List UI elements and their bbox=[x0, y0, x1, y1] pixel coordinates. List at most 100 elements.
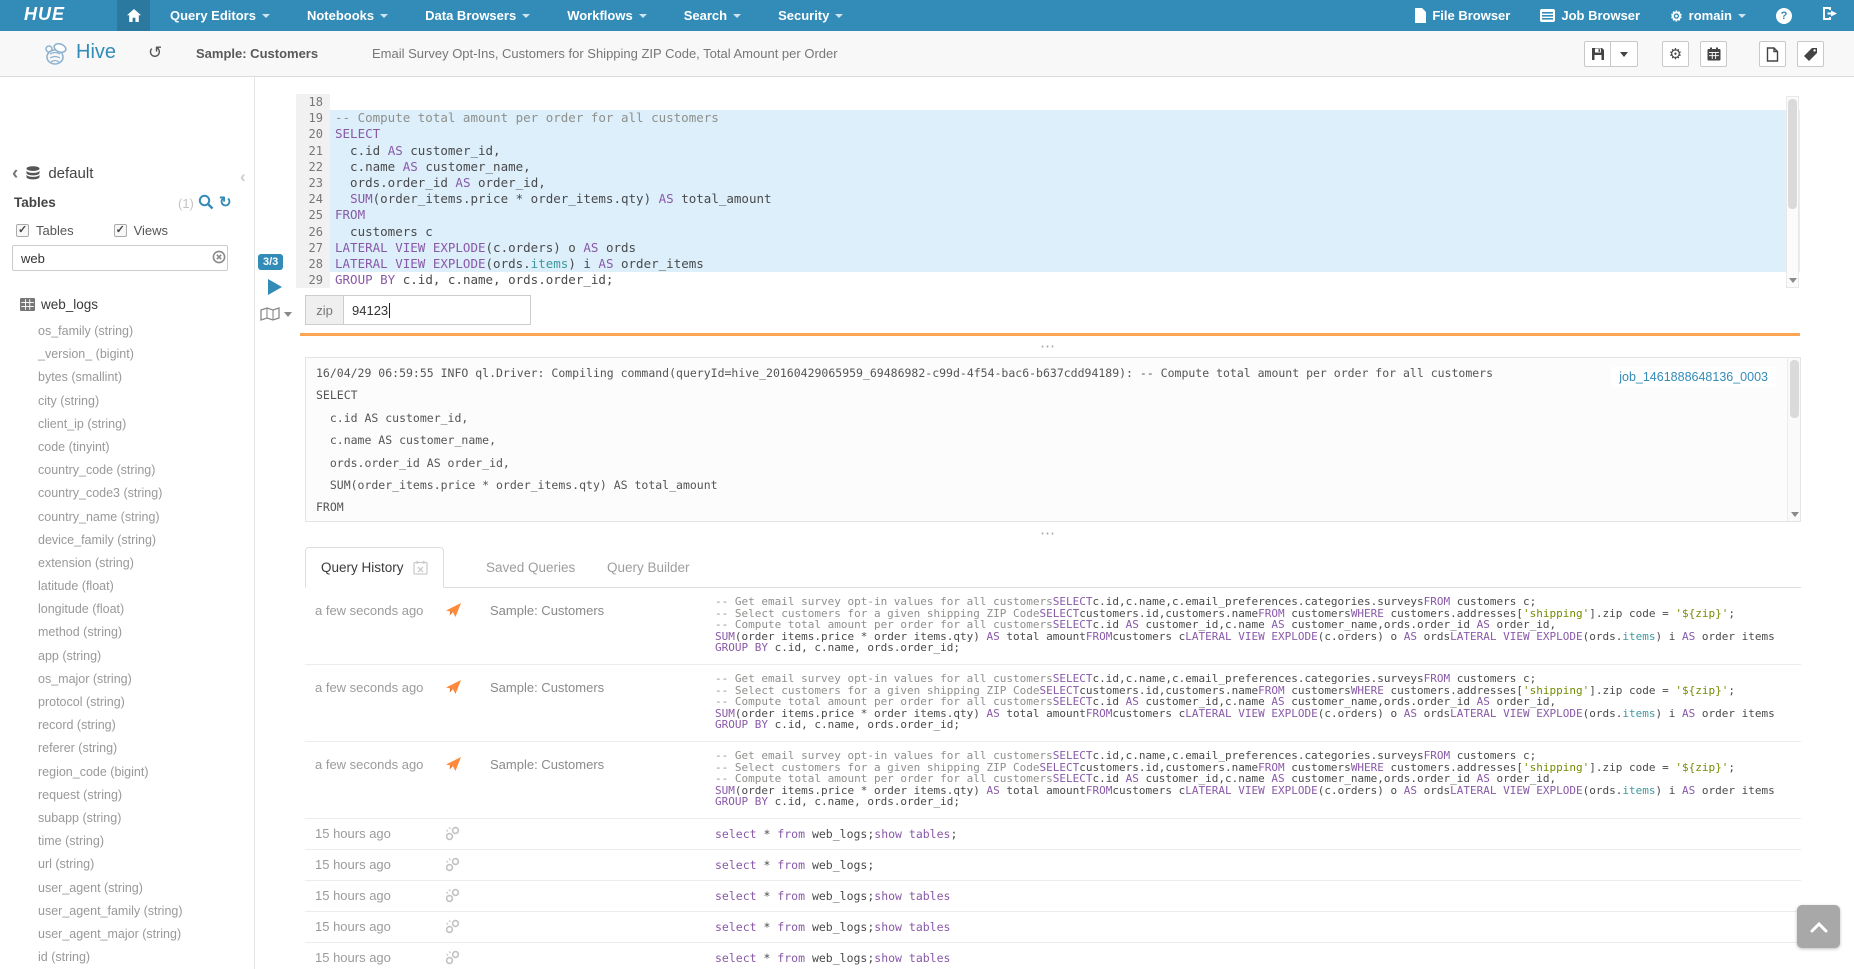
column-list: os_family (string) _version_ (bigint) by… bbox=[0, 320, 254, 969]
column-item[interactable]: app (string) bbox=[0, 645, 254, 668]
job-browser-link[interactable]: Job Browser bbox=[1540, 8, 1640, 23]
history-query-sql: -- Get email survey opt-in values for al… bbox=[715, 750, 1793, 808]
scrollbar-thumb[interactable] bbox=[1790, 360, 1799, 418]
search-icon[interactable] bbox=[198, 194, 214, 210]
resize-handle[interactable]: ⋯ bbox=[1040, 524, 1057, 542]
column-item[interactable]: os_major (string) bbox=[0, 668, 254, 691]
chevron-down-icon bbox=[639, 14, 647, 18]
menu-search[interactable]: Search bbox=[684, 8, 741, 23]
logout-button[interactable] bbox=[1822, 6, 1838, 26]
history-row[interactable]: a few seconds ago Sample: Customers -- G… bbox=[305, 665, 1801, 742]
home-button[interactable] bbox=[117, 0, 150, 31]
scrollbar-thumb[interactable] bbox=[1788, 99, 1797, 209]
column-item[interactable]: bytes (smallint) bbox=[0, 366, 254, 389]
scroll-to-top-button[interactable] bbox=[1797, 905, 1840, 948]
menu-security[interactable]: Security bbox=[778, 8, 843, 23]
column-item[interactable]: os_family (string) bbox=[0, 320, 254, 343]
menu-query-editors[interactable]: Query Editors bbox=[170, 8, 270, 23]
user-menu[interactable]: ⚙ romain bbox=[1670, 8, 1746, 23]
column-item[interactable]: device_family (string) bbox=[0, 529, 254, 552]
column-item[interactable]: url (string) bbox=[0, 853, 254, 876]
new-document-icon bbox=[1766, 47, 1779, 62]
app-name[interactable]: Hive bbox=[76, 41, 116, 64]
database-name: default bbox=[48, 165, 93, 182]
tags-button[interactable] bbox=[1797, 41, 1824, 67]
column-item[interactable]: region_code (bigint) bbox=[0, 761, 254, 784]
save-button[interactable] bbox=[1584, 41, 1611, 67]
column-item[interactable]: client_ip (string) bbox=[0, 413, 254, 436]
column-item[interactable]: country_name (string) bbox=[0, 506, 254, 529]
sql-editor[interactable]: 18 19-- Compute total amount per order f… bbox=[296, 94, 1800, 288]
menu-workflows[interactable]: Workflows bbox=[567, 8, 647, 23]
tables-checkbox[interactable] bbox=[16, 224, 29, 237]
column-item[interactable]: user_agent_major (string) bbox=[0, 923, 254, 946]
history-row[interactable]: 15 hours ago select * from web_logs;show… bbox=[305, 881, 1801, 912]
save-dropdown-button[interactable] bbox=[1611, 41, 1638, 67]
column-item[interactable]: latitude (float) bbox=[0, 575, 254, 598]
history-row[interactable]: 15 hours ago select * from web_logs;show… bbox=[305, 819, 1801, 850]
clear-history-icon[interactable] bbox=[413, 560, 428, 575]
column-item[interactable]: id (string) bbox=[0, 946, 254, 969]
table-name: web_logs bbox=[41, 297, 98, 312]
editor-scrollbar[interactable] bbox=[1786, 96, 1799, 288]
collapse-sidebar-icon[interactable]: ‹ bbox=[240, 167, 246, 187]
query-history-table: a few seconds ago Sample: Customers -- G… bbox=[305, 588, 1801, 969]
column-item[interactable]: user_agent (string) bbox=[0, 877, 254, 900]
table-item-web-logs[interactable]: web_logs bbox=[20, 297, 98, 312]
file-browser-link[interactable]: File Browser bbox=[1414, 8, 1510, 23]
query-history-icon[interactable]: ↺ bbox=[148, 43, 162, 63]
refresh-icon[interactable]: ↻ bbox=[219, 193, 232, 211]
log-scrollbar[interactable] bbox=[1787, 358, 1800, 521]
history-row[interactable]: 15 hours ago select * from web_logs;show… bbox=[305, 912, 1801, 943]
history-row[interactable]: 15 hours ago select * from web_logs; bbox=[305, 850, 1801, 881]
database-selector[interactable]: ‹ default bbox=[12, 165, 93, 182]
column-item[interactable]: extension (string) bbox=[0, 552, 254, 575]
column-item[interactable]: protocol (string) bbox=[0, 691, 254, 714]
editor-line: 18 bbox=[296, 94, 1800, 110]
views-checkbox[interactable] bbox=[114, 224, 127, 237]
column-item[interactable]: time (string) bbox=[0, 830, 254, 853]
clear-search-icon[interactable] bbox=[212, 250, 226, 264]
file-icon bbox=[1414, 8, 1426, 23]
tab-query-history[interactable]: Query History bbox=[305, 547, 444, 588]
resize-handle[interactable]: ⋯ bbox=[1040, 337, 1057, 355]
column-item[interactable]: city (string) bbox=[0, 390, 254, 413]
assist-sidebar: ‹ default ‹ Tables (1) ↻ Tables Views we… bbox=[0, 77, 255, 969]
column-item[interactable]: user_agent_family (string) bbox=[0, 900, 254, 923]
query-description: Email Survey Opt-Ins, Customers for Ship… bbox=[372, 46, 838, 61]
job-id-link[interactable]: job_1461888648136_0003 bbox=[1611, 367, 1776, 387]
back-icon: ‹ bbox=[12, 166, 18, 182]
column-item[interactable]: longitude (float) bbox=[0, 598, 254, 621]
settings-button[interactable]: ⚙ bbox=[1662, 41, 1689, 67]
tab-saved-queries[interactable]: Saved Queries bbox=[472, 547, 589, 588]
variable-zip-input[interactable]: 94123 bbox=[343, 295, 531, 325]
column-item[interactable]: _version_ (bigint) bbox=[0, 343, 254, 366]
assist-docs-button[interactable] bbox=[260, 306, 292, 322]
scroll-down-icon[interactable] bbox=[1789, 508, 1800, 521]
column-item[interactable]: subapp (string) bbox=[0, 807, 254, 830]
log-line: c.id AS customer_id, bbox=[316, 407, 1720, 429]
table-search-input[interactable] bbox=[12, 245, 228, 271]
column-item[interactable]: request (string) bbox=[0, 784, 254, 807]
history-row[interactable]: 15 hours ago select * from web_logs;show… bbox=[305, 943, 1801, 969]
column-item[interactable]: country_code (string) bbox=[0, 459, 254, 482]
menu-notebooks[interactable]: Notebooks bbox=[307, 8, 388, 23]
execute-button[interactable] bbox=[268, 279, 282, 295]
menu-data-browsers[interactable]: Data Browsers bbox=[425, 8, 530, 23]
tab-query-builder[interactable]: Query Builder bbox=[593, 547, 704, 588]
column-item[interactable]: code (tinyint) bbox=[0, 436, 254, 459]
column-item[interactable]: country_code3 (string) bbox=[0, 482, 254, 505]
column-item[interactable]: method (string) bbox=[0, 621, 254, 644]
history-row[interactable]: a few seconds ago Sample: Customers -- G… bbox=[305, 588, 1801, 665]
scroll-down-icon[interactable] bbox=[1787, 274, 1798, 287]
help-button[interactable]: ? bbox=[1776, 8, 1792, 24]
hive-logo-icon bbox=[42, 40, 70, 68]
history-row[interactable]: a few seconds ago Sample: Customers -- G… bbox=[305, 742, 1801, 819]
hue-logo[interactable]: HUE bbox=[24, 4, 65, 25]
new-query-button[interactable] bbox=[1759, 41, 1786, 67]
history-query-name: Sample: Customers bbox=[490, 757, 604, 772]
column-item[interactable]: referer (string) bbox=[0, 737, 254, 760]
column-item[interactable]: record (string) bbox=[0, 714, 254, 737]
username: romain bbox=[1689, 8, 1732, 23]
schedule-button[interactable] bbox=[1700, 41, 1727, 67]
